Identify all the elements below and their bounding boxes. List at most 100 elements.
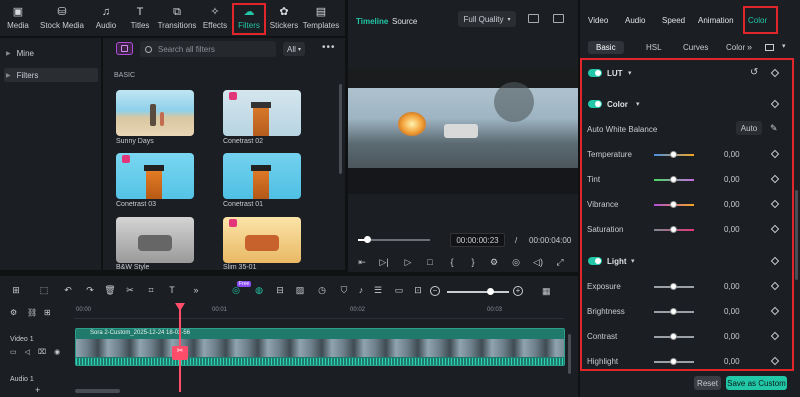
vibrance-slider[interactable]: [654, 201, 694, 208]
contrast-slider-handle[interactable]: [670, 333, 677, 340]
subtab-curves[interactable]: Curves: [675, 41, 716, 54]
snapshot-icon[interactable]: [528, 14, 539, 23]
chevron-down-icon[interactable]: ▾: [631, 257, 635, 265]
tab-stock-media[interactable]: ⛁ Stock Media: [38, 6, 86, 32]
fullscreen-icon[interactable]: [553, 14, 564, 23]
chevron-down-icon[interactable]: ▾: [628, 69, 632, 77]
mic-icon[interactable]: ♪: [355, 284, 367, 296]
crop-icon[interactable]: ⌗: [145, 284, 157, 296]
exposure-value[interactable]: 0,00: [724, 282, 740, 291]
reset-icon[interactable]: ↺: [750, 67, 758, 78]
mark-in-bracket-icon[interactable]: {: [446, 256, 458, 268]
tab-stickers[interactable]: ✿ Stickers: [268, 6, 300, 32]
split-tool-icon[interactable]: ⊟: [274, 284, 286, 296]
compare-view-icon[interactable]: [765, 44, 774, 51]
tab-media[interactable]: ▣ Media: [3, 6, 33, 32]
tab-source[interactable]: Source: [392, 17, 417, 26]
saturation-value[interactable]: 0,00: [724, 225, 740, 234]
brightness-value[interactable]: 0,00: [724, 307, 740, 316]
playback-scrubber-handle[interactable]: [363, 236, 371, 243]
tab-animation[interactable]: Animation: [698, 16, 734, 25]
quality-dropdown[interactable]: Full Quality ▾: [458, 11, 516, 27]
video-preview[interactable]: [348, 68, 578, 194]
undo-icon[interactable]: ↶: [62, 284, 74, 296]
expand-subtabs-icon[interactable]: »: [747, 42, 752, 52]
tab-titles[interactable]: T Titles: [126, 6, 154, 32]
tint-slider[interactable]: [654, 176, 694, 183]
search-input[interactable]: Search all filters: [158, 45, 215, 54]
tab-transitions[interactable]: ⧉ Transitions: [157, 6, 197, 32]
exposure-slider[interactable]: [654, 283, 694, 290]
filter-thumb-conetrast-02[interactable]: [223, 90, 301, 136]
tab-speed[interactable]: Speed: [662, 16, 685, 25]
link-icon[interactable]: ⛓: [27, 308, 37, 317]
lock-icon[interactable]: ⌧: [38, 348, 46, 356]
more-tools-icon[interactable]: »: [190, 284, 202, 296]
chevron-down-icon[interactable]: ▾: [636, 100, 640, 108]
delete-icon[interactable]: 🗑: [104, 284, 116, 296]
timeline-vertical-scrollbar[interactable]: [568, 334, 571, 374]
temperature-slider[interactable]: [654, 151, 694, 158]
image-tool-icon[interactable]: ▨: [294, 284, 306, 296]
lut-toggle[interactable]: [588, 69, 602, 79]
track-settings-icon[interactable]: ⚙: [10, 308, 17, 317]
grid-layout-icon[interactable]: ⊞: [10, 284, 22, 296]
color-toggle[interactable]: [588, 100, 602, 110]
contrast-slider[interactable]: [654, 333, 694, 340]
highlight-slider-handle[interactable]: [670, 358, 677, 365]
filter-all-dropdown[interactable]: All ▾: [283, 42, 305, 56]
subtab-basic[interactable]: Basic: [588, 41, 624, 54]
vibrance-slider-handle[interactable]: [670, 201, 677, 208]
play-icon[interactable]: ▷: [402, 256, 414, 268]
contrast-value[interactable]: 0,00: [724, 332, 740, 341]
split-marker-icon[interactable]: ✂: [172, 346, 188, 360]
speed-icon[interactable]: ◷: [316, 284, 328, 296]
tint-slider-handle[interactable]: [670, 176, 677, 183]
tint-value[interactable]: 0,00: [724, 175, 740, 184]
zoom-out-icon[interactable]: −: [430, 286, 440, 296]
folder-icon[interactable]: ▭: [10, 348, 17, 356]
camera-icon[interactable]: ◎: [510, 256, 522, 268]
zoom-in-icon[interactable]: +: [513, 286, 523, 296]
add-track-icon[interactable]: +: [35, 385, 40, 395]
highlight-value[interactable]: 0,00: [724, 357, 740, 366]
subtitle-icon[interactable]: ▭: [393, 284, 405, 296]
exposure-slider-handle[interactable]: [670, 283, 677, 290]
brightness-slider[interactable]: [654, 308, 694, 315]
mixer-icon[interactable]: ☰: [372, 284, 384, 296]
filter-thumb-bw-style[interactable]: [116, 217, 194, 263]
redo-icon[interactable]: ↷: [84, 284, 96, 296]
stop-icon[interactable]: □: [424, 256, 436, 268]
reset-button[interactable]: Reset: [694, 376, 721, 390]
favorites-button[interactable]: [116, 42, 133, 55]
settings-gear-icon[interactable]: ⚙: [488, 256, 500, 268]
vibrance-value[interactable]: 0,00: [724, 200, 740, 209]
mark-out-bracket-icon[interactable]: }: [467, 256, 479, 268]
tab-templates[interactable]: ▤ Templates: [302, 6, 340, 32]
tab-video[interactable]: Video: [588, 16, 608, 25]
tab-effects[interactable]: ✧ Effects: [200, 6, 230, 32]
brightness-slider-handle[interactable]: [670, 308, 677, 315]
save-as-custom-button[interactable]: Save as Custom: [726, 376, 787, 390]
highlight-slider[interactable]: [654, 358, 694, 365]
filter-thumb-slim-35-01[interactable]: [223, 217, 301, 263]
panel-scrollbar[interactable]: [795, 190, 798, 280]
filter-thumb-conetrast-03[interactable]: [116, 153, 194, 199]
eye-icon[interactable]: ◉: [54, 348, 60, 356]
shield-icon[interactable]: ⛉: [338, 284, 350, 296]
eyedropper-icon[interactable]: ✎: [770, 123, 778, 134]
text-tool-icon[interactable]: T: [166, 284, 178, 296]
auto-white-balance-button[interactable]: Auto: [736, 121, 762, 135]
zoom-slider[interactable]: [447, 288, 509, 295]
timeline-ruler[interactable]: 00:00 00:01 00:02 00:03: [74, 305, 564, 319]
temperature-slider-handle[interactable]: [670, 151, 677, 158]
playback-progress-track[interactable]: [358, 236, 430, 243]
tab-audio[interactable]: Audio: [625, 16, 645, 25]
fit-screen-icon[interactable]: ⤢: [554, 256, 566, 268]
speaker-icon[interactable]: ◁: [25, 348, 30, 356]
video-clip[interactable]: Sora 2-Custom_2025-12-24 18-02-56: [75, 328, 565, 366]
light-toggle[interactable]: [588, 257, 602, 267]
saturation-slider[interactable]: [654, 226, 694, 233]
mark-in-icon[interactable]: ⇤: [356, 256, 368, 268]
cut-icon[interactable]: ✂: [124, 284, 136, 296]
